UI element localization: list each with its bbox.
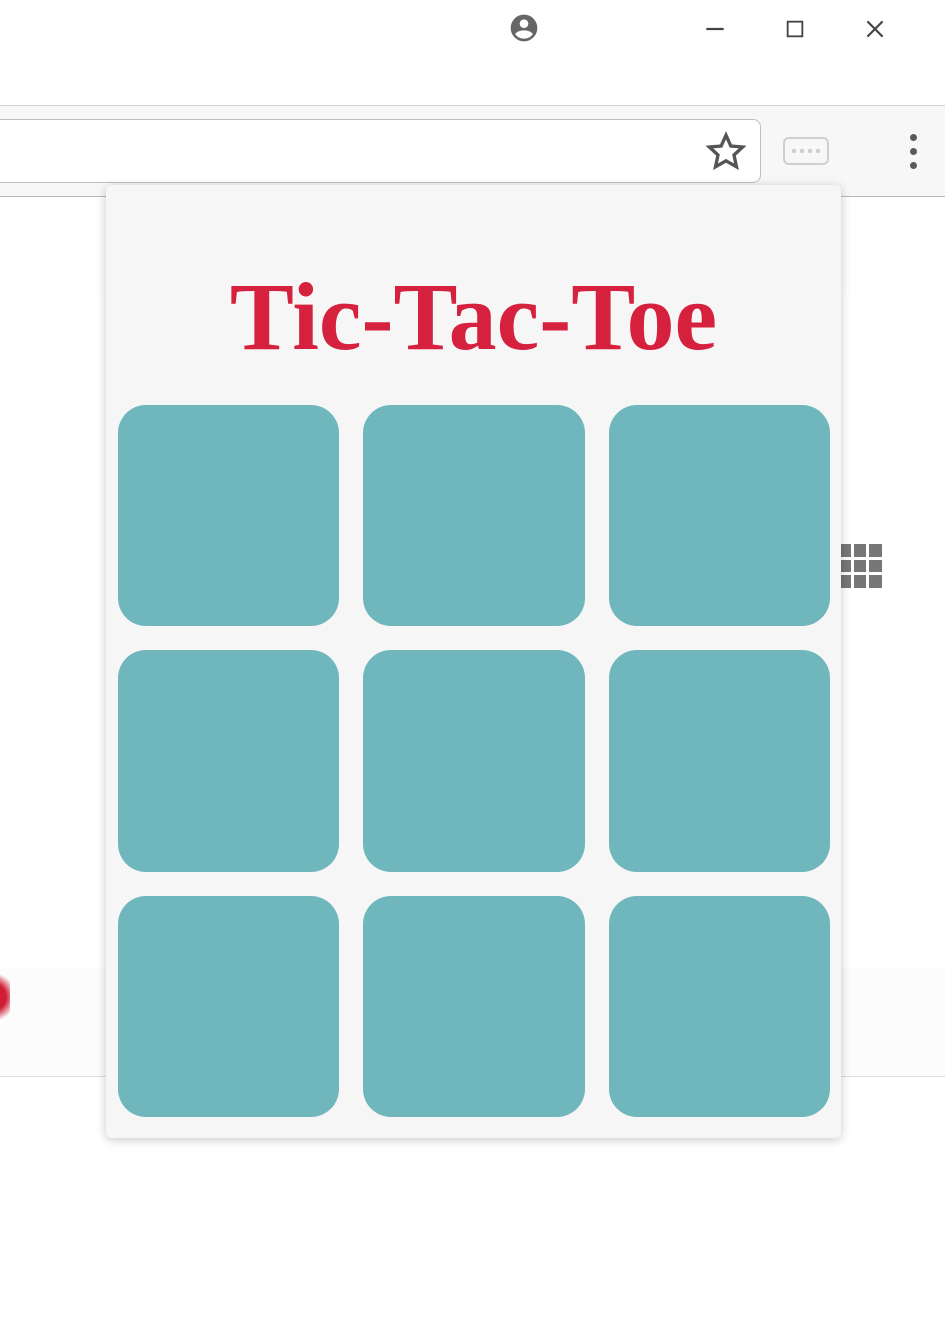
board-cell-7[interactable]: [363, 896, 584, 1117]
minimize-button[interactable]: [675, 16, 755, 42]
board-cell-0[interactable]: [118, 405, 339, 626]
apps-grid-icon[interactable]: [838, 544, 882, 588]
browser-toolbar: [0, 106, 945, 197]
board-cell-8[interactable]: [609, 896, 830, 1117]
card-peek-left: [0, 967, 10, 1027]
kebab-menu-icon[interactable]: [910, 134, 917, 169]
board-cell-5[interactable]: [609, 650, 830, 871]
star-icon[interactable]: [706, 131, 746, 171]
address-bar[interactable]: [0, 119, 761, 183]
account-circle-icon[interactable]: [508, 12, 540, 44]
board-cell-6[interactable]: [118, 896, 339, 1117]
board-cell-1[interactable]: [363, 405, 584, 626]
game-title: Tic-Tac-Toe: [118, 269, 829, 365]
close-button[interactable]: [835, 16, 915, 42]
maximize-button[interactable]: [755, 18, 835, 40]
board-cell-2[interactable]: [609, 405, 830, 626]
game-card: Tic-Tac-Toe: [106, 185, 841, 1138]
game-board: [118, 405, 830, 1117]
board-cell-4[interactable]: [363, 650, 584, 871]
extensions-icon[interactable]: [783, 137, 829, 165]
board-cell-3[interactable]: [118, 650, 339, 871]
window-titlebar: [0, 0, 945, 57]
address-input[interactable]: [0, 138, 706, 164]
tab-strip[interactable]: [0, 57, 945, 106]
